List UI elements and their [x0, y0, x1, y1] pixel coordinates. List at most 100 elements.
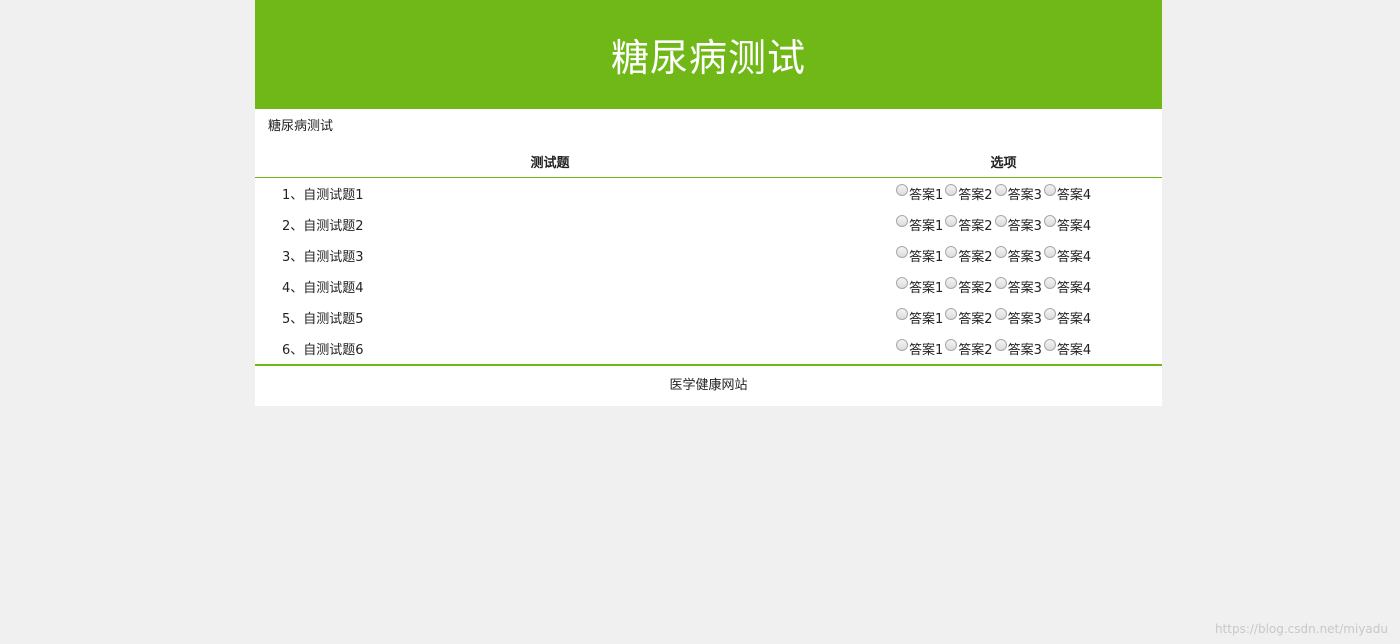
answer-radio[interactable] [994, 184, 1007, 197]
answer-radio[interactable] [945, 184, 958, 197]
answer-radio[interactable] [994, 308, 1007, 321]
answer-radio[interactable] [1043, 277, 1056, 290]
options-cell: 答案1 答案2 答案3 答案4 [845, 240, 1162, 271]
answer-radio[interactable] [896, 184, 908, 197]
answer-option[interactable]: 答案4 [1043, 184, 1091, 203]
answer-option[interactable]: 答案1 [896, 339, 943, 358]
header-banner: 糖尿病测试 [255, 0, 1162, 109]
answer-option[interactable]: 答案2 [945, 184, 993, 203]
answer-option[interactable]: 答案4 [1043, 308, 1091, 327]
options-cell: 答案1 答案2 答案3 答案4 [845, 178, 1162, 210]
answer-label[interactable]: 答案2 [958, 184, 992, 203]
answer-label[interactable]: 答案4 [1057, 215, 1091, 234]
question-label: 1、自测试题1 [282, 188, 364, 203]
answer-label[interactable]: 答案3 [1008, 246, 1042, 265]
answer-option[interactable]: 答案1 [896, 308, 943, 327]
answer-label[interactable]: 答案3 [1008, 277, 1042, 296]
quiz-table: 测试题 选项 1、自测试题1 答案1 答案2 答案3 答案4 2、自测试题2 答案1 答案2 答… [255, 145, 1162, 364]
answer-option[interactable]: 答案1 [896, 246, 943, 265]
answer-label[interactable]: 答案2 [958, 339, 992, 358]
answer-radio[interactable] [896, 308, 908, 321]
column-header-options: 选项 [845, 145, 1162, 178]
answer-option[interactable]: 答案2 [945, 339, 993, 358]
question-label: 3、自测试题3 [282, 250, 364, 265]
answer-label[interactable]: 答案1 [909, 277, 943, 296]
table-row: 6、自测试题6 答案1 答案2 答案3 答案4 [255, 333, 1162, 364]
column-header-question: 测试题 [255, 145, 845, 178]
answer-option[interactable]: 答案3 [994, 246, 1042, 265]
footer: 医学健康网站 [255, 364, 1162, 406]
section-title: 糖尿病测试 [268, 119, 334, 134]
answer-option[interactable]: 答案2 [945, 308, 993, 327]
answer-radio[interactable] [945, 308, 958, 321]
answer-option[interactable]: 答案3 [994, 339, 1042, 358]
answer-option[interactable]: 答案4 [1043, 339, 1091, 358]
answer-radio[interactable] [1043, 184, 1056, 197]
answer-radio[interactable] [994, 277, 1007, 290]
answer-label[interactable]: 答案3 [1008, 308, 1042, 327]
answer-option[interactable]: 答案3 [994, 215, 1042, 234]
answer-radio[interactable] [1043, 246, 1056, 259]
answer-radio[interactable] [994, 339, 1007, 352]
answer-option[interactable]: 答案3 [994, 277, 1042, 296]
answer-option[interactable]: 答案3 [994, 184, 1042, 203]
answer-label[interactable]: 答案4 [1057, 339, 1091, 358]
answer-option[interactable]: 答案1 [896, 277, 943, 296]
quiz-table-body: 1、自测试题1 答案1 答案2 答案3 答案4 2、自测试题2 答案1 答案2 答案3 答案4 3、… [255, 178, 1162, 365]
table-header-row: 测试题 选项 [255, 145, 1162, 178]
answer-radio[interactable] [994, 215, 1007, 228]
options-cell: 答案1 答案2 答案3 答案4 [845, 209, 1162, 240]
answer-option[interactable]: 答案2 [945, 246, 993, 265]
question-label: 5、自测试题5 [282, 312, 364, 327]
answer-option[interactable]: 答案1 [896, 215, 943, 234]
answer-option[interactable]: 答案4 [1043, 277, 1091, 296]
table-row: 3、自测试题3 答案1 答案2 答案3 答案4 [255, 240, 1162, 271]
answer-option[interactable]: 答案3 [994, 308, 1042, 327]
answer-option[interactable]: 答案4 [1043, 215, 1091, 234]
answer-radio[interactable] [896, 339, 908, 352]
question-label: 6、自测试题6 [282, 343, 364, 358]
answer-radio[interactable] [1043, 308, 1056, 321]
answer-label[interactable]: 答案1 [909, 215, 943, 234]
answer-label[interactable]: 答案2 [958, 246, 992, 265]
answer-label[interactable]: 答案2 [958, 308, 992, 327]
answer-option[interactable]: 答案2 [945, 277, 993, 296]
answer-label[interactable]: 答案2 [958, 277, 992, 296]
answer-label[interactable]: 答案3 [1008, 215, 1042, 234]
answer-label[interactable]: 答案4 [1057, 308, 1091, 327]
answer-radio[interactable] [945, 215, 958, 228]
answer-label[interactable]: 答案1 [909, 246, 943, 265]
answer-radio[interactable] [945, 246, 958, 259]
answer-radio[interactable] [1043, 215, 1056, 228]
page-title: 糖尿病测试 [610, 36, 806, 80]
question-label: 2、自测试题2 [282, 219, 364, 234]
answer-label[interactable]: 答案3 [1008, 339, 1042, 358]
answer-radio[interactable] [896, 246, 908, 259]
answer-option[interactable]: 答案2 [945, 215, 993, 234]
answer-radio[interactable] [945, 277, 958, 290]
table-row: 5、自测试题5 答案1 答案2 答案3 答案4 [255, 302, 1162, 333]
answer-label[interactable]: 答案4 [1057, 246, 1091, 265]
answer-radio[interactable] [945, 339, 958, 352]
answer-radio[interactable] [1043, 339, 1056, 352]
answer-option[interactable]: 答案4 [1043, 246, 1091, 265]
table-row: 4、自测试题4 答案1 答案2 答案3 答案4 [255, 271, 1162, 302]
table-row: 1、自测试题1 答案1 答案2 答案3 答案4 [255, 178, 1162, 210]
options-cell: 答案1 答案2 答案3 答案4 [845, 302, 1162, 333]
options-cell: 答案1 答案2 答案3 答案4 [845, 333, 1162, 364]
page-container: 糖尿病测试 糖尿病测试 测试题 选项 1、自测试题1 答案1 答案2 答案3 答案4 2、… [255, 0, 1162, 406]
answer-label[interactable]: 答案1 [909, 339, 943, 358]
options-cell: 答案1 答案2 答案3 答案4 [845, 271, 1162, 302]
watermark: https://blog.csdn.net/miyadu [1214, 622, 1388, 636]
answer-radio[interactable] [994, 246, 1007, 259]
answer-label[interactable]: 答案2 [958, 215, 992, 234]
answer-label[interactable]: 答案4 [1057, 277, 1091, 296]
answer-radio[interactable] [896, 277, 908, 290]
answer-radio[interactable] [896, 215, 908, 228]
question-label: 4、自测试题4 [282, 281, 364, 296]
answer-label[interactable]: 答案3 [1008, 184, 1042, 203]
answer-label[interactable]: 答案1 [909, 308, 943, 327]
answer-option[interactable]: 答案1 [896, 184, 943, 203]
answer-label[interactable]: 答案4 [1057, 184, 1091, 203]
answer-label[interactable]: 答案1 [909, 184, 943, 203]
